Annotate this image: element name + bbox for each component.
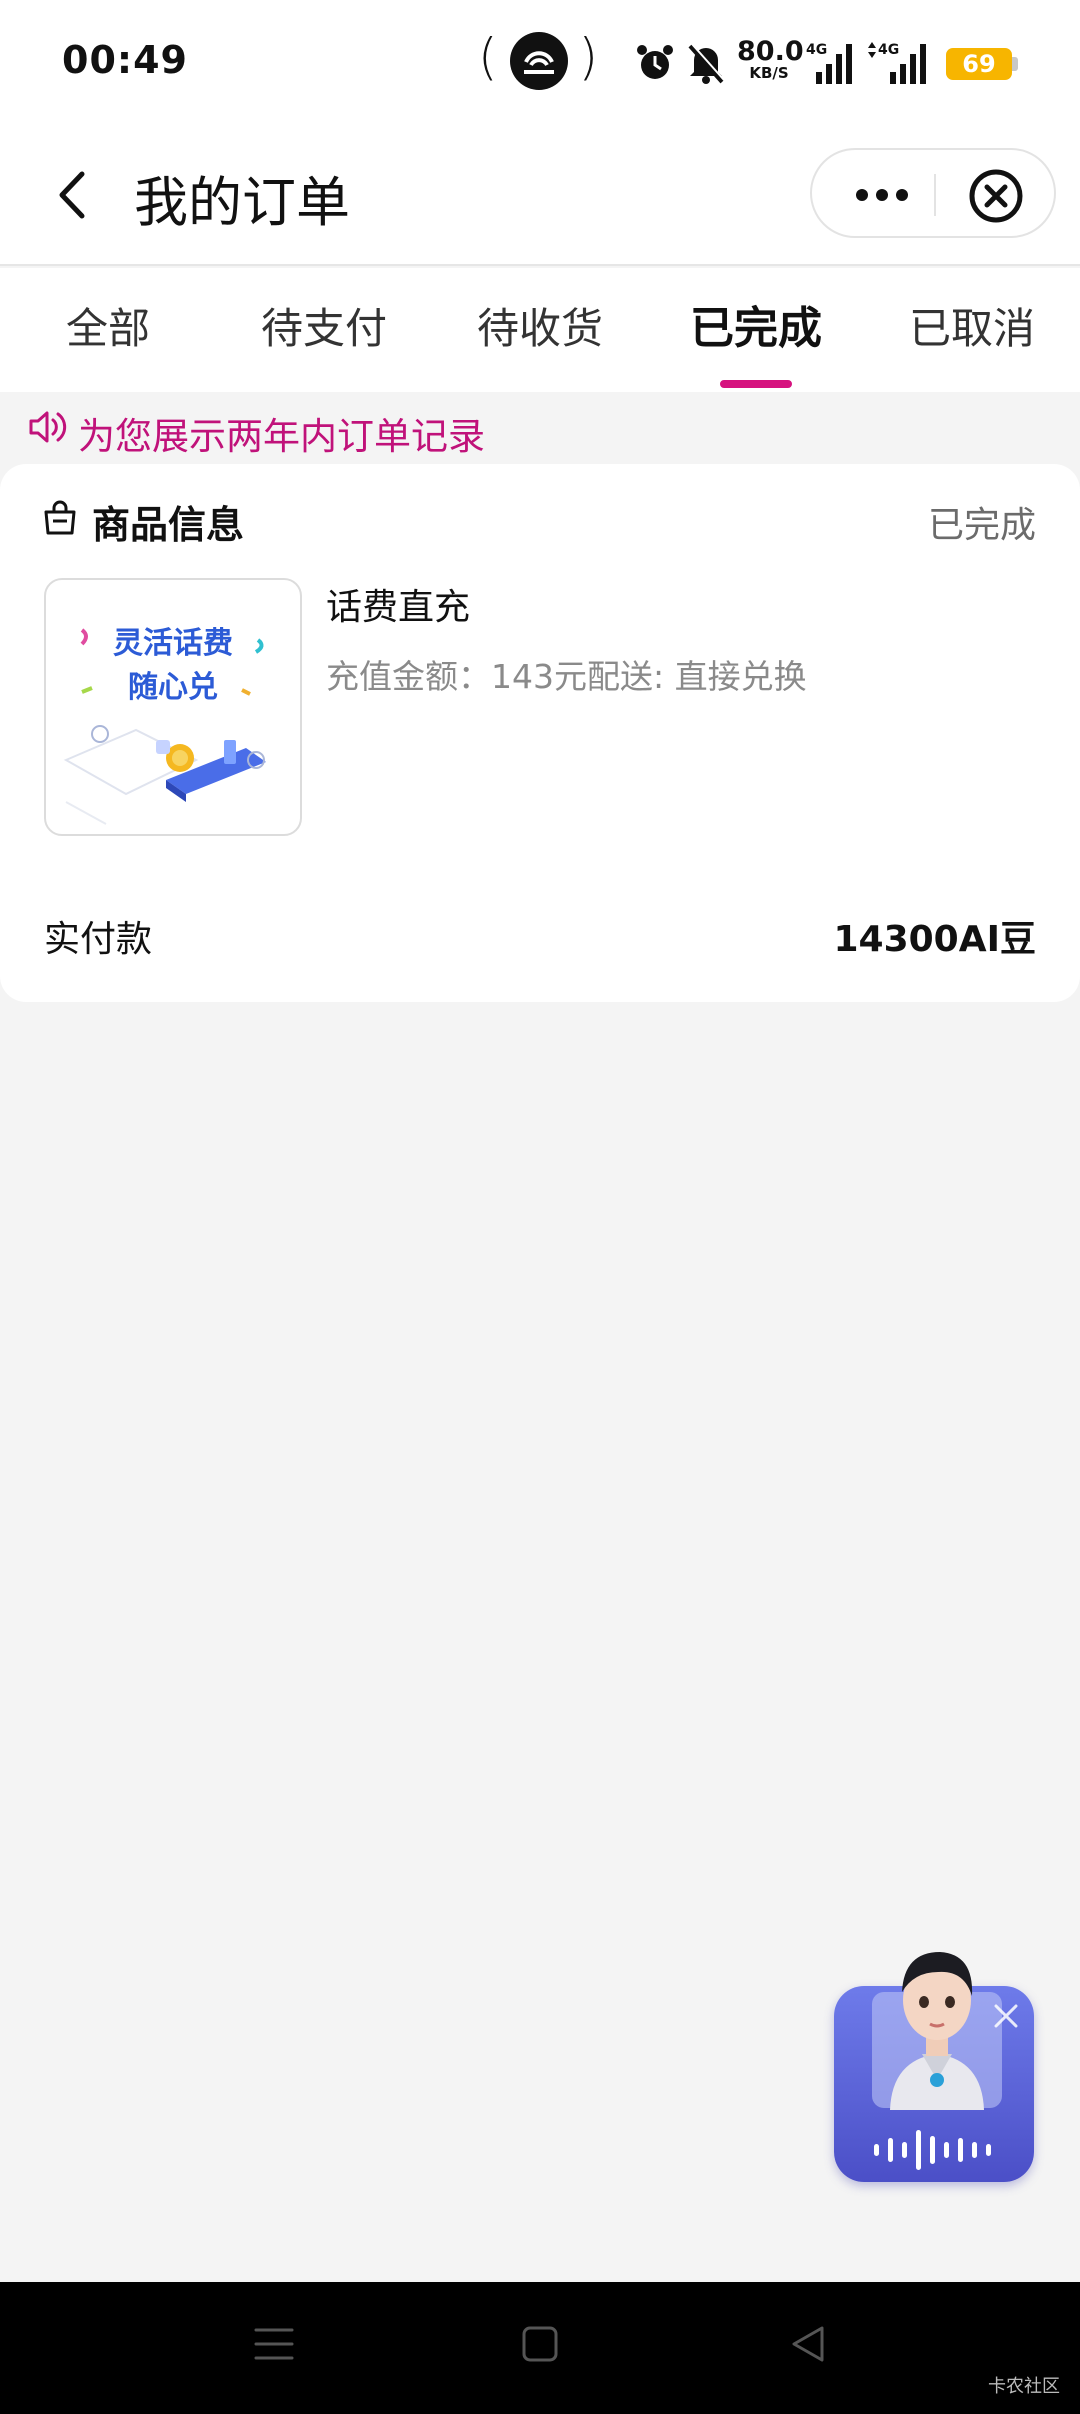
chevron-left-icon: [59, 171, 85, 219]
tab-all[interactable]: 全部: [0, 268, 216, 392]
tab-completed[interactable]: 已完成: [648, 268, 864, 392]
hotspot-indicator: ( ): [478, 28, 598, 92]
product-name: 话费直充: [326, 587, 471, 628]
capsule-divider: [934, 174, 936, 216]
section-title: 商品信息: [92, 503, 245, 547]
notice-text: 为您展示两年内订单记录: [78, 415, 485, 458]
net-speed-unit: KB/S: [749, 64, 789, 82]
signal-sim2-icon: 4G: [868, 42, 926, 84]
sim1-label: 4G: [806, 42, 827, 58]
voice-wave-icon: [874, 2130, 991, 2170]
battery-indicator: 69: [946, 48, 1012, 80]
ai-assistant-widget[interactable]: [832, 1930, 1042, 2192]
hotspot-icon: [510, 32, 568, 90]
page-title: 我的订单: [134, 171, 350, 234]
close-circle-icon: [969, 169, 1023, 223]
active-tab-indicator: [720, 380, 792, 388]
order-tabs: 全部 待支付 待收货 已完成 已取消: [0, 268, 1080, 392]
order-card[interactable]: 商品信息 已完成 灵活话费 随心兑 话费直充 充值金额：143元配送: 直接兑换…: [0, 464, 1080, 1002]
tab-cancelled[interactable]: 已取消: [864, 268, 1080, 392]
assistant-close-button[interactable]: [988, 1998, 1024, 2034]
net-speed-value: 80.0: [737, 36, 804, 67]
speaker-icon: [29, 411, 67, 443]
tab-pending-payment[interactable]: 待支付: [216, 268, 432, 392]
signal-sim1-icon: 4G: [806, 42, 852, 84]
status-time: 00:49: [62, 38, 188, 82]
battery-cap: [1012, 57, 1018, 71]
nav-bar: 我的订单: [0, 130, 1080, 266]
net-speed: 80.0 KB/S: [737, 36, 804, 82]
watermark: 卡农社区: [988, 2376, 1060, 2397]
notice-bar: 为您展示两年内订单记录: [28, 400, 1028, 458]
thumbnail-illustration: [63, 628, 266, 825]
sim2-label: 4G: [878, 42, 899, 58]
alarm-icon: [637, 45, 673, 79]
system-navigation-bar: [0, 2282, 1080, 2414]
order-status: 已完成: [927, 505, 1036, 546]
product-thumbnail[interactable]: 灵活话费 随心兑: [44, 578, 302, 836]
product-description: 充值金额：143元配送: 直接兑换: [326, 657, 807, 696]
back-button[interactable]: [40, 160, 110, 230]
menu-icon[interactable]: [252, 2322, 296, 2366]
tab-pending-receipt[interactable]: 待收货: [432, 268, 648, 392]
status-bar: 00:49 ( ) 80.0 KB/S 4G 4G 69: [0, 0, 1080, 130]
close-icon: [994, 2004, 1018, 2028]
mini-program-capsule: [810, 148, 1056, 238]
shopping-bag-icon: [44, 500, 76, 535]
home-icon[interactable]: [518, 2322, 562, 2366]
close-mini-program-button[interactable]: [968, 168, 1024, 224]
paid-amount-label: 实付款: [44, 919, 153, 960]
more-button[interactable]: [850, 170, 914, 220]
back-triangle-icon[interactable]: [786, 2322, 830, 2366]
mute-icon: [688, 43, 725, 84]
more-dots-icon: [856, 189, 908, 201]
paid-amount-value: 14300AI豆: [833, 919, 1036, 960]
